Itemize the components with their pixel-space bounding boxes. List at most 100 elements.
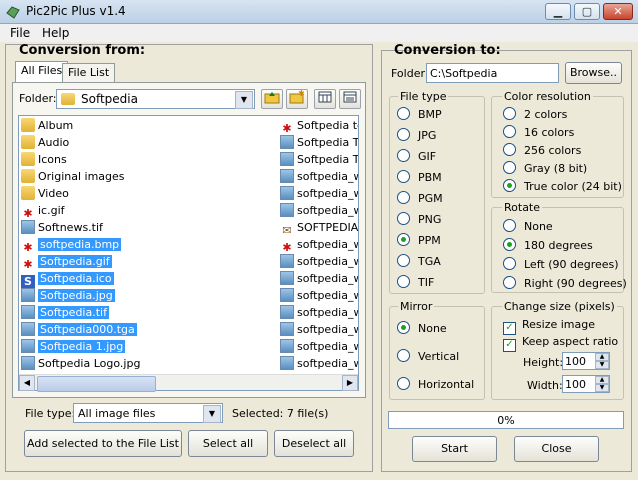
close-button[interactable]: Close xyxy=(514,436,599,462)
spin-up-icon[interactable]: ▲ xyxy=(595,376,609,384)
list-item[interactable]: softpedia_wa xyxy=(280,356,358,372)
list-item[interactable]: softpedia_wa xyxy=(280,322,358,338)
deselect-all-button[interactable]: Deselect all xyxy=(274,430,354,457)
list-item[interactable]: Softpedia Te xyxy=(280,135,358,151)
height-spin-buttons[interactable]: ▲ ▼ xyxy=(595,353,609,369)
list-item[interactable]: softpedia_wa xyxy=(280,169,358,185)
chevron-down-icon[interactable]: ▼ xyxy=(203,405,221,423)
radio-selected-icon[interactable] xyxy=(397,233,410,246)
width-spin-buttons[interactable]: ▲ ▼ xyxy=(595,376,609,392)
radio-icon[interactable] xyxy=(397,107,410,120)
list-item[interactable]: softpedia_wa xyxy=(280,203,358,219)
list-item[interactable]: ✱ Softpedia tes xyxy=(280,118,358,135)
spin-down-icon[interactable]: ▼ xyxy=(595,384,609,392)
list-item[interactable]: S Softpedia.ico xyxy=(21,271,114,289)
radio-icon[interactable] xyxy=(397,377,410,390)
color-radio-true-color-24-bit[interactable]: True color (24 bit) xyxy=(503,179,622,193)
horizontal-scrollbar[interactable]: ◀ ▶ xyxy=(19,374,358,392)
file-type-radio-png[interactable]: PNG xyxy=(397,212,441,226)
radio-icon[interactable] xyxy=(397,275,410,288)
close-window-button[interactable]: ✕ xyxy=(603,3,633,20)
height-spinner[interactable]: 100 ▲ ▼ xyxy=(562,352,610,370)
thumbnail-view-button[interactable] xyxy=(314,89,336,109)
color-radio-2-colors[interactable]: 2 colors xyxy=(503,107,567,121)
menu-help[interactable]: Help xyxy=(42,26,69,40)
list-item[interactable]: Softpedia.tif xyxy=(21,305,109,321)
color-radio-256-colors[interactable]: 256 colors xyxy=(503,143,581,157)
color-radio-gray-8-bit[interactable]: Gray (8 bit) xyxy=(503,161,587,175)
rotate-radio-none[interactable]: None xyxy=(503,219,553,233)
radio-icon[interactable] xyxy=(397,149,410,162)
radio-icon[interactable] xyxy=(503,125,516,138)
list-item[interactable]: ✱ softpedia_wa xyxy=(280,237,358,254)
file-type-radio-ppm[interactable]: PPM xyxy=(397,233,441,247)
list-item[interactable]: softpedia_wa xyxy=(280,288,358,304)
folder-combo[interactable]: Softpedia ▼ xyxy=(56,89,255,109)
radio-icon[interactable] xyxy=(503,107,516,120)
file-type-radio-bmp[interactable]: BMP xyxy=(397,107,442,121)
radio-icon[interactable] xyxy=(397,349,410,362)
checkbox-checked-icon[interactable]: ✓ xyxy=(503,322,516,335)
file-type-radio-tif[interactable]: TIF xyxy=(397,275,434,289)
list-item[interactable]: Softpedia Te xyxy=(280,152,358,168)
list-item[interactable]: Video xyxy=(21,186,69,202)
list-item[interactable]: Softpedia 1.jpg xyxy=(21,339,126,355)
mirror-radio-horizontal[interactable]: Horizontal xyxy=(397,377,474,391)
radio-selected-icon[interactable] xyxy=(503,179,516,192)
list-item[interactable]: Original images xyxy=(21,169,125,185)
spin-up-icon[interactable]: ▲ xyxy=(595,353,609,361)
radio-icon[interactable] xyxy=(503,161,516,174)
scroll-thumb[interactable] xyxy=(37,376,156,392)
list-item[interactable]: Softpedia.jpg xyxy=(21,288,115,304)
radio-icon[interactable] xyxy=(397,254,410,267)
list-item[interactable]: softpedia_wa xyxy=(280,339,358,355)
add-to-file-list-button[interactable]: Add selected to the File List xyxy=(24,430,182,457)
mirror-radio-none[interactable]: None xyxy=(397,321,447,335)
file-list[interactable]: Album Audio Icons Original images Video ✱ ic.g… xyxy=(18,115,359,391)
radio-icon[interactable] xyxy=(397,191,410,204)
mirror-radio-vertical[interactable]: Vertical xyxy=(397,349,459,363)
list-item[interactable]: softpedia_wa xyxy=(280,305,358,321)
radio-icon[interactable] xyxy=(503,257,516,270)
tab-file-list[interactable]: File List xyxy=(62,63,116,83)
keep-aspect-checkbox[interactable]: ✓ Keep aspect ratio xyxy=(503,335,618,352)
list-item[interactable]: Icons xyxy=(21,152,67,168)
file-type-radio-gif[interactable]: GIF xyxy=(397,149,436,163)
chevron-down-icon[interactable]: ▼ xyxy=(235,91,253,109)
radio-icon[interactable] xyxy=(503,276,516,289)
radio-icon[interactable] xyxy=(397,170,410,183)
resize-image-checkbox[interactable]: ✓ Resize image xyxy=(503,318,595,335)
checkbox-checked-icon[interactable]: ✓ xyxy=(503,339,516,352)
list-item[interactable]: Album xyxy=(21,118,73,134)
new-folder-button[interactable]: ✱ xyxy=(286,89,308,109)
browse-button[interactable]: Browse.. xyxy=(565,62,622,84)
list-item[interactable]: softpedia_wa xyxy=(280,271,358,287)
rotate-radio-left-90-degrees[interactable]: Left (90 degrees) xyxy=(503,257,619,271)
select-all-button[interactable]: Select all xyxy=(188,430,268,457)
spin-down-icon[interactable]: ▼ xyxy=(595,361,609,369)
details-view-button[interactable] xyxy=(339,89,361,109)
file-type-radio-jpg[interactable]: JPG xyxy=(397,128,436,142)
rotate-radio-right-90-degrees[interactable]: Right (90 degrees) xyxy=(503,276,627,290)
scroll-right-icon[interactable]: ▶ xyxy=(342,375,358,391)
file-type-radio-pgm[interactable]: PGM xyxy=(397,191,443,205)
radio-selected-icon[interactable] xyxy=(397,321,410,334)
output-folder-input[interactable]: C:\Softpedia xyxy=(426,63,559,83)
color-radio-16-colors[interactable]: 16 colors xyxy=(503,125,574,139)
minimize-button[interactable]: ▁ xyxy=(545,3,571,20)
width-spinner[interactable]: 100 ▲ ▼ xyxy=(562,375,610,393)
list-item[interactable]: ✉ SOFTPEDIA_ xyxy=(280,220,358,237)
list-item[interactable]: ✱ softpedia.bmp xyxy=(21,237,122,254)
maximize-button[interactable]: ▢ xyxy=(574,3,600,20)
list-item[interactable]: softpedia_wa xyxy=(280,254,358,270)
list-item[interactable]: ✱ ic.gif xyxy=(21,203,64,220)
file-type-combo[interactable]: All image files ▼ xyxy=(73,403,223,423)
list-item[interactable]: Softnews.tif xyxy=(21,220,103,236)
tab-all-files[interactable]: All Files xyxy=(15,61,69,83)
file-type-radio-tga[interactable]: TGA xyxy=(397,254,441,268)
up-folder-button[interactable] xyxy=(261,89,283,109)
list-item[interactable]: Softpedia Logo.jpg xyxy=(21,356,140,372)
list-item[interactable]: ✱ Softpedia.gif xyxy=(21,254,112,271)
radio-icon[interactable] xyxy=(503,143,516,156)
radio-selected-icon[interactable] xyxy=(503,238,516,251)
